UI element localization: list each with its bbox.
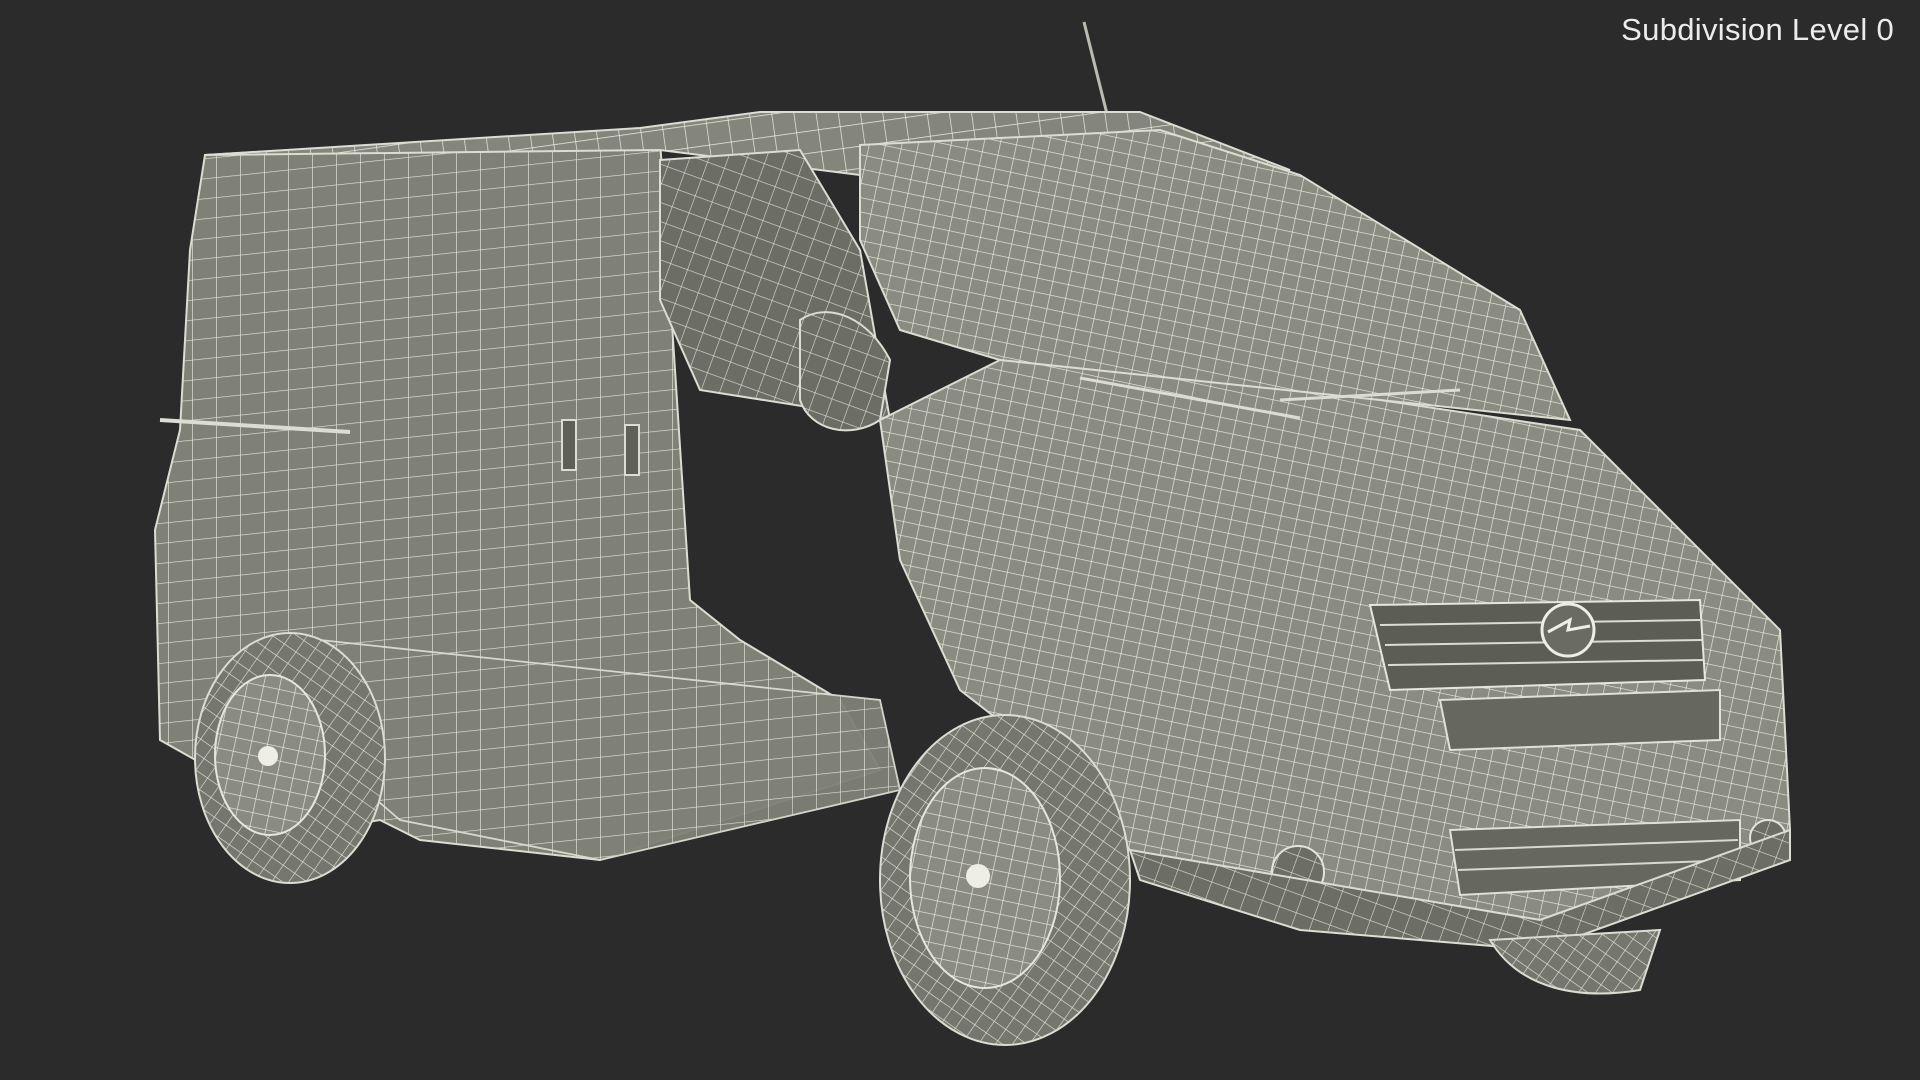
door-handle-1 xyxy=(561,419,577,471)
van-wireframe-render xyxy=(153,21,1792,1046)
side-mirror xyxy=(799,311,892,432)
door-handle-2 xyxy=(624,424,640,476)
render-viewport: Subdivision Level 0 xyxy=(0,0,1920,1080)
front-wheel xyxy=(879,714,1131,1046)
antenna xyxy=(1082,21,1110,119)
front-right-wheel xyxy=(1488,928,1662,995)
front-grille xyxy=(1368,598,1707,692)
rear-wheel xyxy=(194,632,386,884)
opel-logo-icon xyxy=(1540,602,1596,658)
subdivision-level-label: Subdivision Level 0 xyxy=(1621,12,1894,47)
